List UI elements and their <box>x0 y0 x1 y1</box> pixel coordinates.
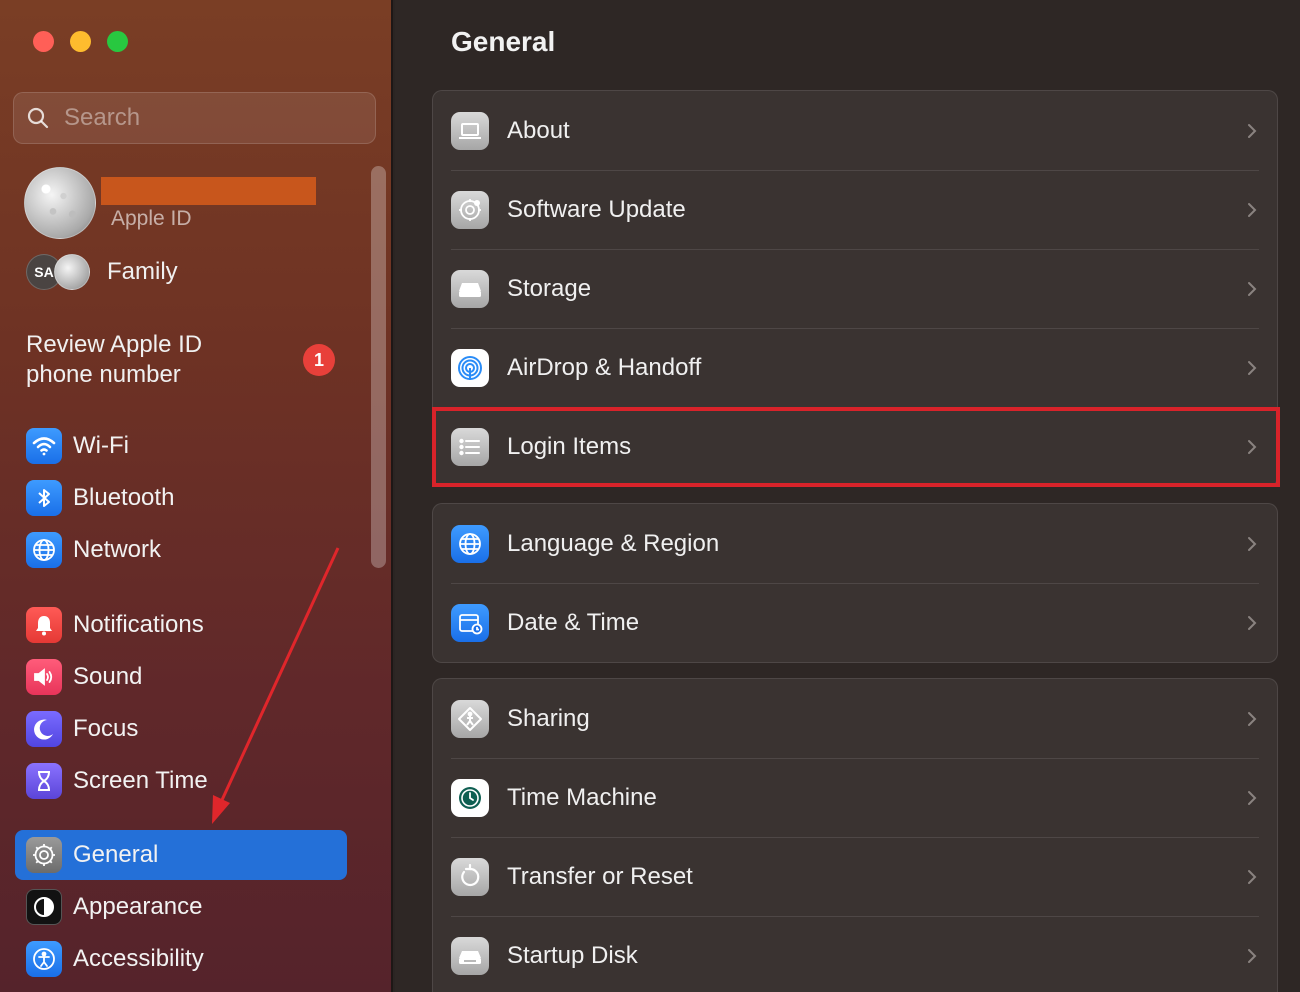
apple-id-profile[interactable]: Apple ID <box>24 167 344 239</box>
sidebar-item-label: Notifications <box>73 611 204 638</box>
row-software-update[interactable]: Software Update <box>433 170 1277 249</box>
row-transfer-reset[interactable]: Transfer or Reset <box>433 837 1277 916</box>
settings-group: About Software Update Storage AirDrop & … <box>432 90 1278 487</box>
accessibility-icon <box>26 941 62 977</box>
calendar-clock-icon <box>451 603 489 642</box>
list-icon <box>451 427 489 466</box>
family-label: Family <box>107 258 178 285</box>
sidebar-item-wifi[interactable]: Wi-Fi <box>15 421 347 471</box>
notification-badge: 1 <box>303 344 335 376</box>
time-machine-icon <box>451 778 489 817</box>
sidebar-item-label: Sound <box>73 663 143 690</box>
sidebar-item-label: General <box>73 841 159 868</box>
row-airdrop-handoff[interactable]: AirDrop & Handoff <box>433 328 1277 407</box>
disk-icon <box>451 936 489 975</box>
bell-icon <box>26 607 62 643</box>
row-label: Date & Time <box>507 608 640 636</box>
settings-group: Language & Region Date & Time <box>432 503 1278 663</box>
moon-icon <box>26 711 62 747</box>
row-label: Storage <box>507 274 592 302</box>
chevron-right-icon <box>1248 948 1257 963</box>
main-pane: General About Software Update Storage Ai… <box>395 0 1300 992</box>
gear-icon <box>26 837 62 873</box>
row-storage[interactable]: Storage <box>433 249 1277 328</box>
sidebar-item-label: Focus <box>73 715 139 742</box>
bluetooth-icon <box>26 480 62 516</box>
sidebar-item-label: Wi-Fi <box>73 432 129 459</box>
chevron-right-icon <box>1248 360 1257 375</box>
row-sharing[interactable]: Sharing <box>433 679 1277 758</box>
sidebar-item-screen-time[interactable]: Screen Time <box>15 756 347 806</box>
sidebar-item-label: Appearance <box>73 893 203 920</box>
network-globe-icon <box>26 532 62 568</box>
chevron-right-icon <box>1248 711 1257 726</box>
chevron-right-icon <box>1248 202 1257 217</box>
search-icon <box>27 107 49 129</box>
review-apple-id-text: Review Apple ID phone number <box>26 331 203 388</box>
search-field[interactable] <box>13 92 376 144</box>
reset-icon <box>451 857 489 896</box>
review-apple-id-item[interactable]: Review Apple ID phone number 1 <box>26 330 346 390</box>
drive-icon <box>451 269 489 308</box>
gear-badge-icon <box>451 190 489 229</box>
sidebar-item-general[interactable]: General <box>15 830 347 880</box>
row-label: Transfer or Reset <box>507 862 693 890</box>
row-date-time[interactable]: Date & Time <box>433 583 1277 662</box>
row-label: Language & Region <box>507 529 720 557</box>
sidebar-item-network[interactable]: Network <box>15 525 347 575</box>
sidebar-item-label: Screen Time <box>73 767 208 794</box>
chevron-right-icon <box>1248 869 1257 884</box>
chevron-right-icon <box>1248 439 1257 454</box>
chevron-right-icon <box>1248 123 1257 138</box>
close-window-button[interactable] <box>33 31 54 52</box>
row-login-items[interactable]: Login Items <box>433 407 1277 486</box>
row-label: About <box>507 116 570 144</box>
sidebar-item-label: Accessibility <box>73 945 204 972</box>
sidebar-item-focus[interactable]: Focus <box>15 704 347 754</box>
hourglass-icon <box>26 763 62 799</box>
row-label: Startup Disk <box>507 941 638 969</box>
apple-id-label: Apple ID <box>111 207 192 230</box>
row-language-region[interactable]: Language & Region <box>433 504 1277 583</box>
airdrop-icon <box>451 348 489 387</box>
chevron-right-icon <box>1248 790 1257 805</box>
sidebar-item-appearance[interactable]: Appearance <box>15 882 347 932</box>
sidebar-item-family[interactable]: SA Family <box>26 253 178 291</box>
chevron-right-icon <box>1248 536 1257 551</box>
sharing-icon <box>451 699 489 738</box>
page-title: General <box>451 26 556 57</box>
row-label: Software Update <box>507 195 686 223</box>
row-time-machine[interactable]: Time Machine <box>433 758 1277 837</box>
row-label: AirDrop & Handoff <box>507 353 702 381</box>
row-label: Login Items <box>507 432 632 460</box>
family-member-avatar <box>54 254 90 290</box>
sidebar-item-label: Bluetooth <box>73 484 175 511</box>
wifi-icon <box>26 428 62 464</box>
row-label: Sharing <box>507 704 590 732</box>
sidebar-scrollbar[interactable] <box>371 166 386 568</box>
sidebar: Apple ID SA Family Review Apple ID phone… <box>0 0 393 992</box>
row-startup-disk[interactable]: Startup Disk <box>433 916 1277 992</box>
row-label: Time Machine <box>507 783 657 811</box>
row-about[interactable]: About <box>433 91 1277 170</box>
minimize-window-button[interactable] <box>70 31 91 52</box>
appearance-icon <box>26 889 62 925</box>
sidebar-item-notifications[interactable]: Notifications <box>15 600 347 650</box>
globe-icon <box>451 524 489 563</box>
redacted-name <box>101 177 316 205</box>
chevron-right-icon <box>1248 615 1257 630</box>
sidebar-item-accessibility[interactable]: Accessibility <box>15 934 347 984</box>
avatar <box>24 167 96 239</box>
sidebar-item-sound[interactable]: Sound <box>15 652 347 702</box>
sidebar-item-bluetooth[interactable]: Bluetooth <box>15 473 347 523</box>
sidebar-item-label: Network <box>73 536 162 563</box>
laptop-icon <box>451 111 489 150</box>
maximize-window-button[interactable] <box>107 31 128 52</box>
chevron-right-icon <box>1248 281 1257 296</box>
settings-group: Sharing Time Machine Transfer or Reset S… <box>432 678 1278 992</box>
search-input[interactable] <box>64 104 344 132</box>
speaker-icon <box>26 659 62 695</box>
window-controls <box>33 31 128 52</box>
